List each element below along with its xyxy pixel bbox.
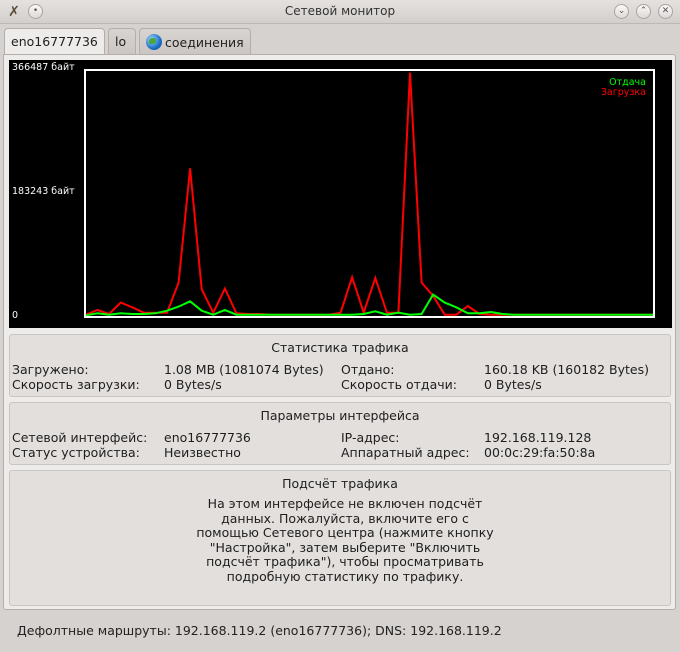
window-title: Сетевой монитор: [284, 4, 396, 18]
interface-params-title: Параметры интерфейса: [260, 408, 420, 423]
sent-label: Отдано:: [341, 362, 395, 377]
received-label: Загружено:: [12, 362, 89, 377]
hardware-address-value: 00:0c:29:fa:50:8a: [484, 445, 596, 460]
hardware-address-label: Аппаратный адрес:: [341, 445, 470, 460]
upload-speed-value: 0 Bytes/s: [484, 377, 542, 392]
close-icon[interactable]: ✕: [658, 4, 673, 19]
title-bar: ✗ • Сетевой монитор ⌄ ⌃ ✕: [0, 0, 680, 24]
device-status-label: Статус устройства:: [12, 445, 140, 460]
download-speed-label: Скорость загрузки:: [12, 377, 140, 392]
traffic-graph: 366487 байт 183243 байт 0 Отдача Загрузк…: [9, 60, 672, 328]
tab-label: lo: [115, 34, 127, 49]
network-interface-label: Сетевой интерфейс:: [12, 430, 148, 445]
traffic-graph-svg: 366487 байт 183243 байт 0 Отдача Загрузк…: [12, 62, 655, 321]
series-line-download: [85, 72, 653, 316]
interface-panel: 366487 байт 183243 байт 0 Отдача Загрузк…: [3, 54, 676, 610]
traffic-count-group: Подсчёт трафика На этом интерфейсе не вк…: [9, 470, 671, 606]
device-status-value: Неизвестно: [164, 445, 241, 460]
received-value: 1.08 MB (1081074 Bytes): [164, 362, 324, 377]
upload-speed-label: Скорость отдачи:: [341, 377, 457, 392]
tab-eno16777736[interactable]: eno16777736: [4, 28, 105, 55]
ip-address-value: 192.168.119.128: [484, 430, 592, 445]
chevron-down-icon[interactable]: ⌄: [614, 4, 629, 19]
tab-label: eno16777736: [11, 34, 98, 49]
traffic-count-title: Подсчёт трафика: [282, 476, 398, 491]
traffic-stats-group: Статистика трафика Загружено: 1.08 MB (1…: [9, 334, 671, 397]
status-footer: Дефолтные маршруты: 192.168.119.2 (eno16…: [17, 623, 502, 638]
y-tick-label-zero: 0: [12, 310, 18, 321]
tab-label: соединения: [165, 35, 244, 50]
legend-entry-download: Загрузка: [601, 87, 646, 98]
plot-frame: [84, 69, 655, 318]
tab-connections[interactable]: соединения: [139, 28, 251, 54]
interface-params-group: Параметры интерфейса Сетевой интерфейс: …: [9, 402, 671, 465]
y-tick-label-max: 366487 байт: [12, 62, 75, 73]
sent-value: 160.18 KB (160182 Bytes): [484, 362, 649, 377]
chevron-up-icon[interactable]: ⌃: [636, 4, 651, 19]
download-speed-value: 0 Bytes/s: [164, 377, 222, 392]
traffic-count-message: На этом интерфейсе не включен подсчёт да…: [196, 496, 494, 584]
ip-address-label: IP-адрес:: [341, 430, 400, 445]
globe-icon: [146, 34, 162, 50]
traffic-stats-title: Статистика трафика: [271, 340, 409, 355]
network-interface-value: eno16777736: [164, 430, 251, 445]
tab-lo[interactable]: lo: [108, 28, 136, 54]
y-tick-label-mid: 183243 байт: [12, 186, 75, 197]
